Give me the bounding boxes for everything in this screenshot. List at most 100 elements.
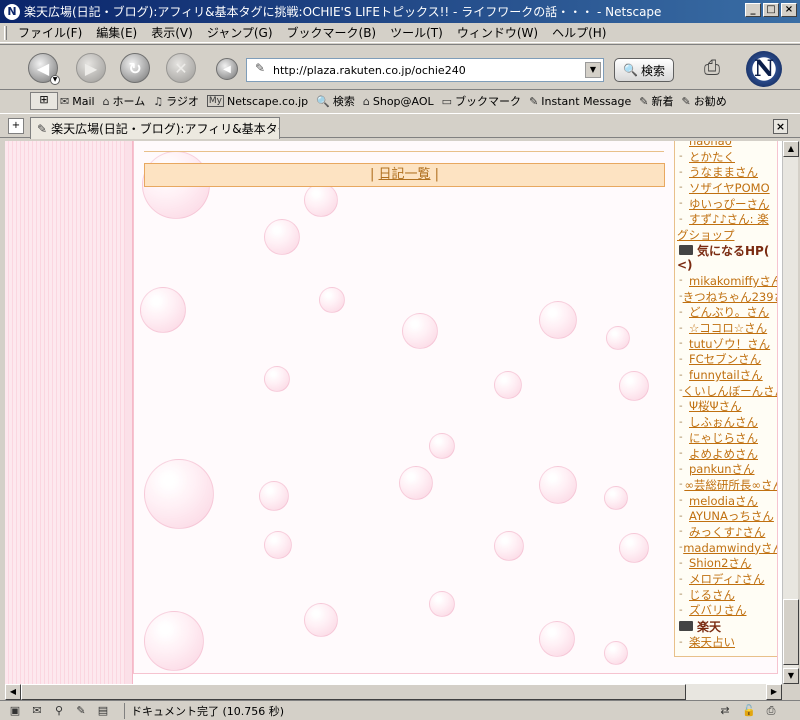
toolbar-item-instant-message[interactable]: ✎ Instant Message [529,95,631,108]
toolbar-item-mail[interactable]: ✉ Mail [60,95,95,108]
friend-link[interactable]: Ψ桜Ψさん [689,398,742,414]
friend-link[interactable]: madamwindyさん [683,540,777,556]
netscape-logo-icon[interactable]: N [746,51,782,87]
menu-file[interactable]: ファイル(F) [18,24,82,41]
friend-link-wrapped[interactable]: グショップ [675,227,777,242]
aim-icon[interactable]: ⚲ [50,704,68,718]
friend-link[interactable]: ∞芸総研所長∞さん [684,477,777,493]
menu-tools[interactable]: ツール(T) [390,24,443,41]
friend-link[interactable]: とかたく [689,149,735,165]
vertical-scrollbar[interactable]: ▲ ▼ [782,141,799,684]
menu-edit[interactable]: 編集(E) [96,24,137,41]
url-bar[interactable]: ✎ ▼ [246,58,604,82]
link-icon: ✎ [681,94,691,108]
friend-link[interactable]: みっくす♪さん [689,524,765,540]
list-item: - FCセブンさん [675,351,777,368]
security-icon[interactable]: ▣ [6,704,24,718]
friend-link[interactable]: よめよめさん [689,446,758,462]
minimize-button[interactable]: _ [745,3,761,17]
back-button[interactable]: ◀ ▼ [28,53,60,85]
diary-list-link[interactable]: 日記一覧 [378,167,430,182]
menu-view[interactable]: 表示(V) [151,24,193,41]
friend-link[interactable]: にゃじらさん [689,430,758,446]
friend-link[interactable]: しふぉんさん [689,414,758,430]
url-dropdown-icon[interactable]: ▼ [585,62,601,78]
friend-link[interactable]: くいしんぼーんさん [683,383,777,399]
composer-icon[interactable]: ✎ [72,704,90,718]
toolbar-item-recommend[interactable]: ✎ お勧め [682,93,727,109]
mail-icon[interactable]: ✉ [28,704,46,718]
horizontal-scrollbar[interactable]: ◀ ▶ [5,684,782,700]
url-input[interactable] [269,63,599,77]
close-tab-icon[interactable]: × [773,119,788,134]
friend-link[interactable]: funnytailさん [689,367,763,383]
friend-link[interactable]: うなままさん [689,164,758,180]
stop-button[interactable]: ✕ [166,53,196,83]
go-button[interactable]: ◀ [216,58,238,80]
list-bullet: - [679,526,683,538]
friend-link[interactable]: ゆいっぴーさん [689,196,770,212]
scroll-left-icon[interactable]: ◀ [5,684,21,700]
bubble-decoration [304,603,338,637]
list-item: - じるさん [675,587,777,603]
toolbar-item-shop-aol[interactable]: ⌂ Shop@AOL [363,95,434,108]
toolbar-grip[interactable] [4,26,7,40]
friend-link[interactable]: pankunさん [689,461,755,477]
close-button[interactable]: × [781,3,797,17]
toolbar-item-label: ホーム [112,95,146,108]
list-item: - pankunさん [675,461,777,477]
menu-help[interactable]: ヘルプ(H) [552,24,606,41]
toolbar-item-radio[interactable]: ♫ ラジオ [153,93,199,109]
friend-link[interactable]: ☆ココロ☆さん [689,320,767,336]
friend-link[interactable]: mikakomiffyさん [689,273,777,289]
toolbar-item-netscape[interactable]: My Netscape.co.jp [206,95,308,108]
friend-link[interactable]: メロディ♪さん [689,571,765,587]
friend-link[interactable]: Shion2さん [689,555,751,571]
toolbar-item-search[interactable]: 🔍 検索 [316,93,355,109]
scroll-up-icon[interactable]: ▲ [783,141,799,157]
friend-link[interactable]: AYUNAっちさん [689,508,774,524]
friend-link[interactable]: haohao [689,141,732,148]
toolbar-item-bookmarks[interactable]: ▭ ブックマーク [442,93,521,109]
menu-bookmarks[interactable]: ブックマーク(B) [287,24,377,41]
scroll-right-icon[interactable]: ▶ [766,684,782,700]
address-book-icon[interactable]: ▤ [94,704,112,718]
friend-link[interactable]: ズバリさん [689,602,747,618]
online-icon[interactable]: ⇄ [716,704,734,718]
menu-window[interactable]: ウィンドウ(W) [457,24,538,41]
toolbar-item-new[interactable]: ✎ 新着 [639,93,673,109]
friend-link[interactable]: すず♪♪さん: 楽 [689,211,769,227]
back-dropdown-icon[interactable]: ▼ [50,75,60,85]
menu-go[interactable]: ジャンプ(G) [207,24,273,41]
search-button[interactable]: 🔍 検索 [614,58,674,82]
scroll-thumb[interactable] [21,684,686,700]
friend-link[interactable]: きつねちゃん239さん [683,289,777,305]
list-bullet: - [679,589,683,601]
category-label-wrapped: <) [677,258,693,273]
print-icon[interactable]: ⎙ [698,55,726,81]
toolbar-home-button[interactable]: ⊞ [30,92,58,110]
friend-link[interactable]: どんぶり。さん [689,304,769,320]
bubble-decoration [619,371,649,401]
scroll-thumb[interactable] [783,599,799,665]
scroll-down-icon[interactable]: ▼ [783,668,799,684]
friend-link[interactable]: ソザイヤPOMO [689,180,770,196]
bubble-decoration [144,459,214,529]
rakuten-link[interactable]: 楽天占い [689,634,735,650]
friend-link[interactable]: melodiaさん [689,493,758,509]
lock-icon[interactable]: 🔓 [740,704,758,718]
list-item: - みっくす♪さん [675,524,777,540]
friend-link[interactable]: じるさん [689,587,735,603]
tab-rakuten[interactable]: ✎ 楽天広場(日記・ブログ):アフィリ&基本タグに… [30,117,280,139]
friend-link[interactable]: tutuゾウ！さん [689,336,770,352]
toolbar-item-home[interactable]: ⌂ ホーム [103,93,146,109]
friend-link[interactable]: FCセブンさん [689,351,761,367]
forward-button[interactable]: ▶ [76,53,106,83]
go-arrow-icon: ◀ [223,63,231,75]
reload-button[interactable]: ↻ [120,53,150,83]
maximize-button[interactable]: □ [763,3,779,17]
print-status-icon[interactable]: ⎙ [762,704,780,718]
list-item: - ☆ココロ☆さん [675,320,777,336]
window-title-bar[interactable]: N 楽天広場(日記・ブログ):アフィリ&基本タグに挑戦:OCHIE'S LIFE… [0,0,800,23]
new-tab-icon[interactable]: + [8,118,24,134]
